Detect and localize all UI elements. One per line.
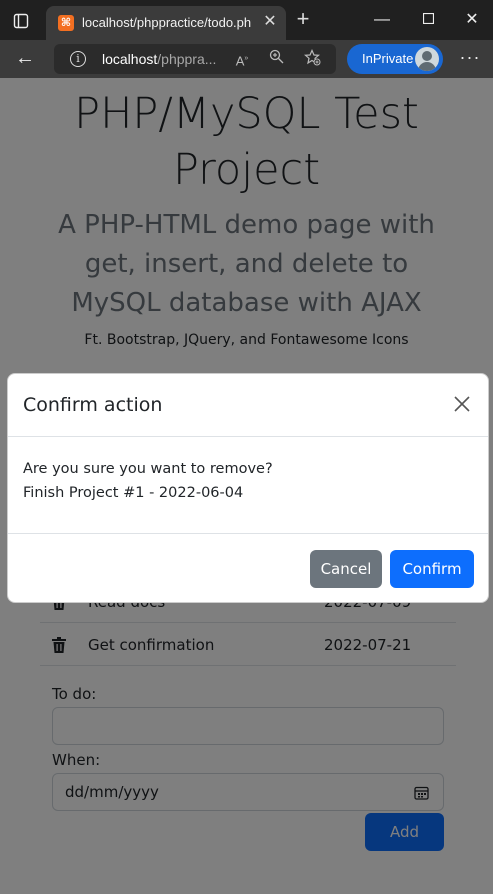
address-bar-row: ← i localhost/phppra... A» InPrivate ··· (0, 40, 493, 78)
minimize-icon[interactable]: — (370, 8, 394, 32)
browser-tab-bar: ⌘ localhost/phppractice/todo.php ✕ + — ✕ (0, 0, 493, 40)
web-page: PHP/MySQL Test Project A PHP-HTML demo p… (0, 78, 493, 894)
back-arrow-icon[interactable]: ← (12, 47, 38, 71)
tab-close-icon[interactable]: ✕ (260, 12, 280, 32)
favorites-add-icon[interactable] (302, 49, 322, 69)
zoom-icon[interactable] (266, 49, 286, 69)
more-options-icon[interactable]: ··· (458, 48, 482, 70)
dialog-footer: Cancel Confirm (8, 533, 488, 603)
dialog-question: Are you sure you want to remove? (23, 461, 273, 477)
tab-title: localhost/phppractice/todo.php (82, 15, 252, 30)
dialog-header: Confirm action (8, 374, 488, 437)
address-bar[interactable]: i localhost/phppra... A» (54, 44, 336, 74)
cancel-button[interactable]: Cancel (310, 550, 382, 588)
confirm-button[interactable]: Confirm (390, 550, 474, 588)
browser-tab[interactable]: ⌘ localhost/phppractice/todo.php ✕ (46, 6, 286, 40)
window-close-icon[interactable]: ✕ (460, 8, 484, 32)
site-info-icon[interactable]: i (70, 51, 86, 67)
confirm-dialog: Confirm action Are you sure you want to … (7, 373, 489, 603)
close-icon[interactable] (452, 394, 474, 416)
new-tab-icon[interactable]: + (292, 8, 314, 31)
maximize-icon[interactable] (416, 8, 440, 32)
read-aloud-icon[interactable]: A» (232, 49, 252, 69)
inprivate-button[interactable]: InPrivate (347, 44, 443, 74)
dialog-body: Are you sure you want to remove? Finish … (23, 457, 473, 505)
dialog-title: Confirm action (23, 394, 163, 416)
inprivate-label: InPrivate (362, 51, 414, 66)
profile-avatar-icon (415, 47, 439, 71)
dialog-item: Finish Project #1 - 2022-06-04 (23, 485, 244, 501)
url-host: localhost (102, 51, 158, 67)
tab-actions-icon[interactable] (10, 10, 32, 32)
xampp-favicon-icon: ⌘ (58, 15, 74, 31)
url-path: /phppra... (157, 51, 217, 67)
